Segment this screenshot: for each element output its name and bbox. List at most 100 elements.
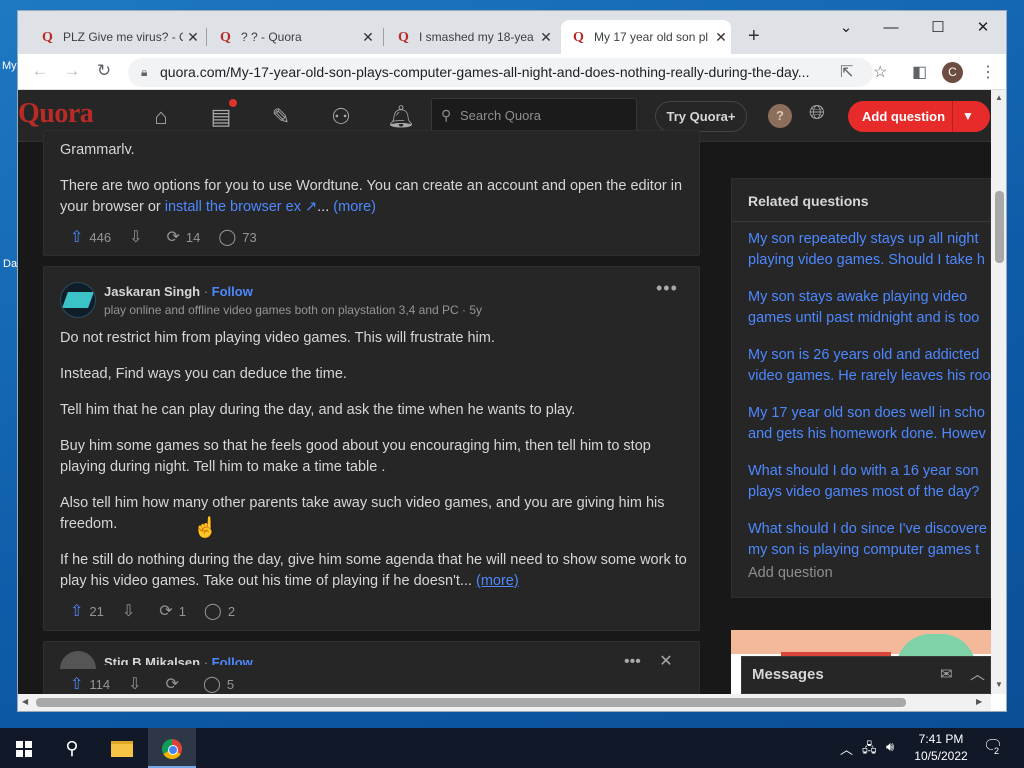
share-button[interactable]: ⟳ xyxy=(166,674,185,694)
scroll-up-arrow[interactable]: ▲ xyxy=(995,93,1003,102)
following-icon[interactable]: ▤ xyxy=(206,104,236,130)
more-options-icon[interactable]: ••• xyxy=(624,655,641,665)
more-link[interactable]: (more) xyxy=(333,199,376,215)
author-name[interactable]: Stig B Mikalsen xyxy=(104,656,200,665)
tab-divider xyxy=(383,28,384,46)
more-link[interactable]: (more) xyxy=(476,573,519,589)
related-question-link[interactable]: My son repeatedly stays up all night play… xyxy=(748,229,991,271)
scroll-left-arrow[interactable]: ◀ xyxy=(22,697,28,706)
downvote-button[interactable]: ⇩ xyxy=(122,601,141,621)
minimize-button[interactable]: — xyxy=(868,15,914,41)
tab-i-smashed[interactable]: Q I smashed my 18-yea ✕ xyxy=(386,20,556,54)
start-button[interactable] xyxy=(0,728,48,768)
downvote-button[interactable]: ⇩ xyxy=(128,674,147,694)
spaces-icon[interactable]: ⚇ xyxy=(326,104,356,130)
volume-icon[interactable]: 🔊︎ xyxy=(886,739,894,755)
tab-quora[interactable]: Q ? ? - Quora ✕ xyxy=(208,20,378,54)
related-question-link[interactable]: My son is 26 years old and addicted video… xyxy=(748,345,991,387)
share-count: 14 xyxy=(185,229,201,245)
clock-time: 7:41 PM xyxy=(918,732,964,746)
author-credential: play online and offline video games both… xyxy=(104,303,483,317)
network-icon[interactable]: 🖧︎ xyxy=(862,739,877,761)
chrome-taskbar-button[interactable] xyxy=(148,728,196,768)
related-question-link[interactable]: What should I do with a 16 year son plays… xyxy=(748,461,991,503)
share-loop-icon: ⟳ xyxy=(166,229,180,246)
related-question-link[interactable]: What should I do since I've discovere my … xyxy=(748,519,991,561)
author-avatar[interactable] xyxy=(60,282,96,318)
home-icon[interactable]: ⌂ xyxy=(146,104,176,130)
tab-my-17-year-old-son[interactable]: Q My 17 year old son pl ✕ xyxy=(561,20,731,54)
upvote-button[interactable]: ⇧ 21 xyxy=(70,601,104,621)
related-questions-panel: Related questions My son repeatedly stay… xyxy=(731,178,991,598)
new-tab-button[interactable]: + xyxy=(748,25,760,48)
button-divider xyxy=(952,101,953,132)
chevron-up-icon[interactable]: ︿ xyxy=(840,739,853,758)
close-tab-icon[interactable]: ✕ xyxy=(711,29,731,46)
maximize-button[interactable]: ☐ xyxy=(915,15,961,41)
scroll-down-arrow[interactable]: ▼ xyxy=(995,680,1003,689)
author-line: Stig B Mikalsen · Follow xyxy=(104,656,253,665)
close-tab-icon[interactable]: ✕ xyxy=(358,29,378,46)
comment-button[interactable]: ◯ 5 xyxy=(203,674,234,694)
bookmark-star-icon[interactable]: ☆ xyxy=(873,62,887,82)
notifications-button[interactable]: 🗨︎2 xyxy=(983,736,1003,756)
forward-button[interactable]: → xyxy=(61,61,83,81)
scroll-right-arrow[interactable]: ▶ xyxy=(976,697,982,706)
messages-panel[interactable]: Messages ✉ ︿ xyxy=(741,656,991,694)
related-question-link[interactable]: My 17 year old son does well in scho and … xyxy=(748,403,991,445)
upvote-button[interactable]: ⇧ 114 xyxy=(70,674,110,694)
profile-avatar-icon[interactable]: ? xyxy=(768,104,792,128)
more-options-icon[interactable]: ••• xyxy=(656,278,678,299)
language-globe-icon[interactable]: 🌐︎ xyxy=(809,102,825,125)
follow-link[interactable]: Follow xyxy=(212,656,253,665)
tab-search-button[interactable]: ⌄ xyxy=(823,15,869,41)
comment-bubble-icon: ◯ xyxy=(202,676,221,693)
search-input[interactable]: ⚲ Search Quora xyxy=(431,98,637,133)
share-icon[interactable]: ⇱ xyxy=(840,62,853,82)
share-button[interactable]: ⟳ 14 xyxy=(167,227,201,247)
notifications-bell-icon[interactable]: 🔔︎ xyxy=(386,104,416,130)
clock[interactable]: 7:41 PM 10/5/2022 xyxy=(911,731,971,765)
profile-avatar[interactable]: C xyxy=(942,62,963,83)
answer-pencil-icon[interactable]: ✎ xyxy=(266,104,296,130)
close-tab-icon[interactable]: ✕ xyxy=(536,29,556,46)
compose-message-icon[interactable]: ✉ xyxy=(940,657,953,693)
desktop-icon-label[interactable]: My xyxy=(2,60,17,72)
tab-title: My 17 year old son pl xyxy=(594,30,709,44)
dismiss-icon[interactable]: ✕ xyxy=(659,655,672,665)
author-name[interactable]: Jaskaran Singh xyxy=(104,284,200,299)
scrollbar-thumb[interactable] xyxy=(995,191,1004,263)
add-question-button[interactable]: Add question ▼ xyxy=(848,101,990,132)
vertical-scrollbar[interactable]: ▲ ▼ xyxy=(991,90,1006,694)
related-question-link[interactable]: My son stays awake playing video games un… xyxy=(748,287,991,329)
back-button[interactable]: ← xyxy=(29,61,51,81)
close-window-button[interactable]: ✕ xyxy=(960,15,1006,41)
upvote-button[interactable]: ⇧ 446 xyxy=(70,227,111,247)
desktop-icon-label[interactable]: Da xyxy=(3,258,17,270)
comment-button[interactable]: ◯ 73 xyxy=(218,227,256,247)
side-panel-icon[interactable]: ◧ xyxy=(912,62,927,82)
menu-kebab-icon[interactable]: ⋮ xyxy=(980,62,996,82)
downvote-arrow-icon: ⇩ xyxy=(129,229,143,246)
install-extension-link[interactable]: install the browser ex xyxy=(165,199,301,215)
search-button[interactable]: ⚲ xyxy=(48,728,96,768)
address-bar[interactable]: 🔒︎ quora.com/My-17-year-old-son-plays-co… xyxy=(128,58,873,87)
reload-button[interactable]: ↻ xyxy=(93,61,115,81)
chevron-up-icon[interactable]: ︿ xyxy=(970,657,985,693)
share-button[interactable]: ⟳ 1 xyxy=(159,601,186,621)
try-quora-plus-button[interactable]: Try Quora+ xyxy=(655,101,747,132)
scrollbar-thumb[interactable] xyxy=(36,698,906,707)
tab-plz-give-me-virus[interactable]: Q PLZ Give me virus? - Q ✕ xyxy=(30,20,203,54)
chevron-down-icon[interactable]: ▼ xyxy=(962,101,974,132)
quora-logo[interactable]: Quora xyxy=(18,98,94,130)
horizontal-scrollbar[interactable]: ◀ ▶ xyxy=(18,694,991,711)
upvote-arrow-icon: ⇧ xyxy=(70,603,84,620)
file-explorer-button[interactable] xyxy=(98,728,146,768)
related-question-line: and gets his homework done. Howev xyxy=(748,426,986,442)
downvote-button[interactable]: ⇩ xyxy=(129,227,148,247)
close-tab-icon[interactable]: ✕ xyxy=(183,29,203,46)
add-question-link[interactable]: Add question xyxy=(748,565,833,581)
follow-link[interactable]: Follow xyxy=(212,284,253,299)
comment-button[interactable]: ◯ 2 xyxy=(204,601,235,621)
answer-text: There are two options for you to use Wor… xyxy=(60,178,683,215)
